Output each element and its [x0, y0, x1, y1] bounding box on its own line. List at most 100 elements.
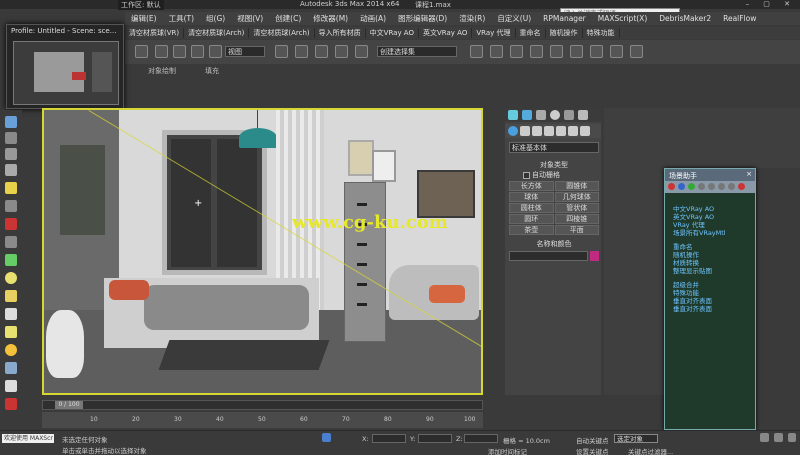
tool-icon[interactable] [5, 236, 17, 248]
toolbar-dot-icon[interactable] [728, 183, 735, 190]
box-button[interactable]: 长方体 [509, 181, 554, 191]
display-tab-icon[interactable] [564, 110, 574, 120]
render-icon[interactable] [630, 45, 643, 58]
time-slider-knob[interactable]: 0 / 100 [55, 401, 83, 409]
create-tab-icon[interactable] [508, 110, 518, 120]
list-item[interactable]: VRay 代理 [673, 221, 747, 229]
move-icon[interactable] [173, 45, 186, 58]
motion-tab-icon[interactable] [550, 110, 560, 120]
toolbar-dot-icon[interactable] [708, 183, 715, 190]
zoom-icon[interactable] [760, 433, 769, 442]
toolbar-dot-icon[interactable] [688, 183, 695, 190]
utilities-tab-icon[interactable] [578, 110, 588, 120]
toolbar-dot-icon[interactable] [738, 183, 745, 190]
maxscript-listener[interactable]: 欢迎使用 MAXScr [2, 434, 54, 443]
primitive-type-select[interactable]: 标准基本体 [509, 142, 599, 153]
sphere-button[interactable]: 球体 [509, 192, 554, 202]
cylinder-button[interactable]: 圆柱体 [509, 203, 554, 213]
script-tab[interactable]: 特殊功能 [583, 28, 620, 38]
tool-icon[interactable] [5, 164, 17, 176]
script-tab[interactable]: 重命名 [516, 28, 546, 38]
tool-icon[interactable] [5, 132, 17, 144]
workspace-select[interactable]: 工作区: 默认 [118, 0, 164, 10]
menu-group[interactable]: 组(G) [200, 13, 231, 24]
script-tab[interactable]: VRay 代理 [472, 28, 516, 38]
x-coord-field[interactable] [372, 434, 406, 443]
object-name-input[interactable] [509, 251, 588, 261]
key-mode-select[interactable]: 选定对象 [614, 434, 658, 443]
pivot-icon[interactable] [275, 45, 288, 58]
select-region-icon[interactable] [155, 45, 168, 58]
spinner-snap-icon[interactable] [355, 45, 368, 58]
menu-edit[interactable]: 编辑(E) [125, 13, 163, 24]
list-item[interactable]: 场景所有VRayMtl [673, 229, 747, 237]
list-item[interactable]: 英文VRay AO [673, 213, 747, 221]
menu-graph-editors[interactable]: 图形编辑器(D) [392, 13, 453, 24]
object-paint-tab[interactable]: 对象绘制 [148, 66, 176, 76]
sphere-icon[interactable] [5, 272, 17, 284]
lights-icon[interactable] [532, 126, 542, 136]
spacewarps-icon[interactable] [568, 126, 578, 136]
reference-coord-select[interactable]: 视图 [225, 46, 265, 57]
teapot-button[interactable]: 茶壶 [509, 225, 554, 235]
select-icon[interactable] [135, 45, 148, 58]
angle-snap-icon[interactable] [315, 45, 328, 58]
pan-icon[interactable] [774, 433, 783, 442]
maximize-viewport-icon[interactable] [788, 433, 796, 442]
render-frame-icon[interactable] [610, 45, 623, 58]
key-filters-button[interactable]: 关键点过滤器... [628, 446, 673, 455]
render-setup-icon[interactable] [590, 45, 603, 58]
hierarchy-tab-icon[interactable] [536, 110, 546, 120]
tool-icon[interactable] [5, 308, 17, 320]
scene-assistant-panel[interactable]: 场景助手 × 中文VRay AO 英文VRay AO VRay 代理 场景所有V… [664, 168, 756, 430]
perspective-viewport[interactable]: + www.cg-ku.com [42, 108, 483, 395]
list-item[interactable]: 随机操作 [673, 251, 747, 259]
autogrid-checkbox[interactable]: 自动栅格 [523, 170, 599, 180]
systems-icon[interactable] [580, 126, 590, 136]
pyramid-button[interactable]: 四棱锥 [554, 214, 599, 224]
align-icon[interactable] [490, 45, 503, 58]
layer-icon[interactable] [510, 45, 523, 58]
percent-snap-icon[interactable] [335, 45, 348, 58]
list-item[interactable]: 材质转换 [673, 259, 747, 267]
shapes-icon[interactable] [520, 126, 530, 136]
geometry-icon[interactable] [508, 126, 518, 136]
tool-icon[interactable] [5, 326, 17, 338]
y-coord-field[interactable] [418, 434, 452, 443]
menu-customize[interactable]: 自定义(U) [491, 13, 537, 24]
script-tab[interactable]: 清空材质球(Arch) [184, 28, 250, 38]
profile-preview-popup[interactable]: Profile: Untitled - Scene: sce... [6, 24, 124, 109]
rollout-title[interactable]: 名称和颜色 [509, 239, 599, 249]
tool-icon[interactable] [5, 218, 17, 230]
list-item[interactable]: 垂直对齐表面 [673, 297, 747, 305]
plane-button[interactable]: 平面 [554, 225, 599, 235]
torus-button[interactable]: 圆环 [509, 214, 554, 224]
toolbar-dot-icon[interactable] [718, 183, 725, 190]
checkbox-box[interactable] [523, 171, 530, 179]
window-controls[interactable]: – ▢ ✕ [746, 0, 796, 8]
schematic-icon[interactable] [550, 45, 563, 58]
tool-icon[interactable] [5, 362, 17, 374]
named-selection-select[interactable]: 创建选择集 [377, 46, 457, 57]
list-item[interactable]: 超级合并 [673, 281, 747, 289]
menu-tools[interactable]: 工具(T) [163, 13, 200, 24]
menu-debrismaker[interactable]: DebrisMaker2 [653, 14, 717, 23]
mirror-icon[interactable] [470, 45, 483, 58]
toolbar-dot-icon[interactable] [698, 183, 705, 190]
list-item[interactable]: 中文VRay AO [673, 205, 747, 213]
scale-icon[interactable] [209, 45, 222, 58]
sun-icon[interactable] [5, 344, 17, 356]
menu-rpmanager[interactable]: RPManager [537, 14, 592, 23]
toolbar-dot-icon[interactable] [668, 183, 675, 190]
tool-icon[interactable] [5, 200, 17, 212]
script-tab[interactable]: 中文VRay AO [366, 28, 419, 38]
close-icon[interactable]: × [746, 170, 752, 178]
cone-button[interactable]: 圆锥体 [554, 181, 599, 191]
light-icon[interactable] [5, 182, 17, 194]
helpers-icon[interactable] [556, 126, 566, 136]
material-editor-icon[interactable] [570, 45, 583, 58]
menu-rendering[interactable]: 渲染(R) [453, 13, 491, 24]
track-bar[interactable]: 10 20 30 40 50 60 70 80 90 100 [42, 412, 483, 428]
menu-views[interactable]: 视图(V) [231, 13, 269, 24]
script-tab[interactable]: 清空材质球(Arch) [249, 28, 315, 38]
